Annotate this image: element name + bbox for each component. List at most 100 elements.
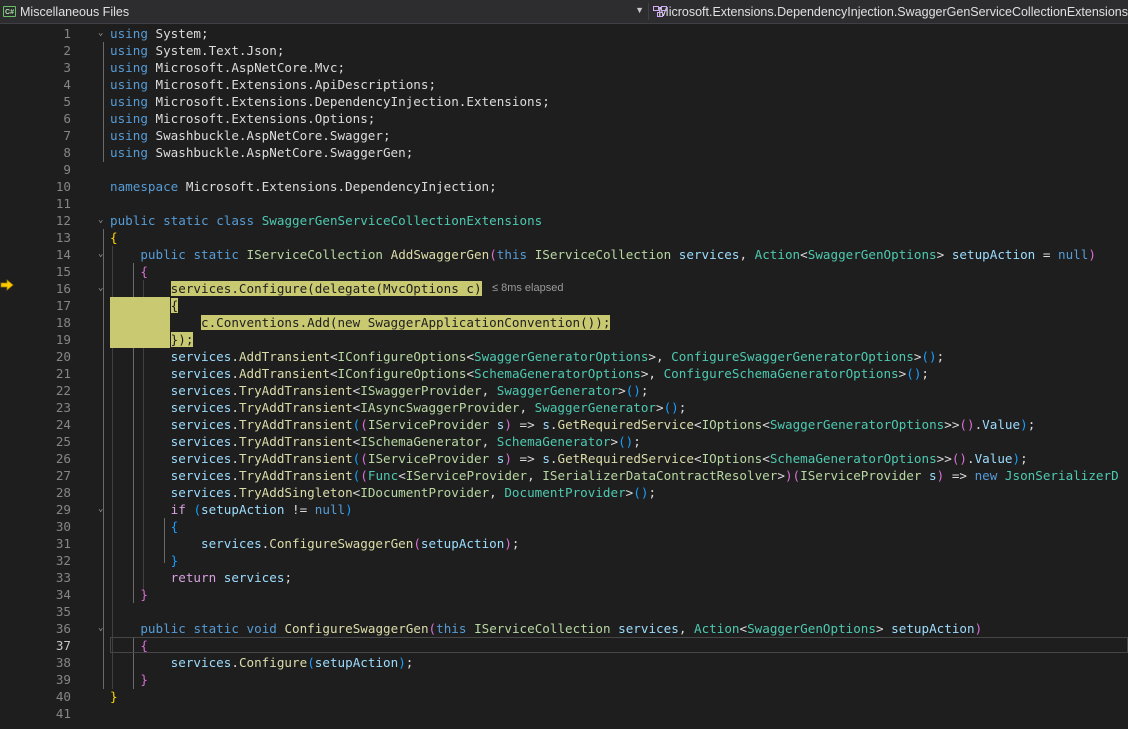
code-line[interactable]: 14 ⌄ public static IServiceCollection Add… — [0, 246, 1128, 263]
code-line[interactable]: 38 services.Configure(setupAction); — [0, 654, 1128, 671]
code-line[interactable]: 15 { — [0, 263, 1128, 280]
code-text[interactable]: using Microsoft.Extensions.DependencyInj… — [110, 93, 550, 110]
code-text[interactable]: services.TryAddTransient((Func<IServiceP… — [110, 467, 1119, 484]
code-text[interactable]: c.Conventions.Add(new SwaggerApplication… — [110, 314, 611, 331]
code-text[interactable]: } — [110, 688, 118, 705]
code-line[interactable]: 11 — [0, 195, 1128, 212]
code-text[interactable]: services.TryAddTransient((IServiceProvid… — [110, 450, 1028, 467]
line-number[interactable]: 32 — [16, 552, 71, 569]
code-text[interactable]: return services; — [110, 569, 292, 586]
line-number[interactable]: 25 — [16, 433, 71, 450]
line-number[interactable]: 1 — [16, 25, 71, 42]
fold-toggle-icon[interactable]: ⌄ — [98, 212, 108, 229]
line-number[interactable]: 31 — [16, 535, 71, 552]
code-line[interactable]: 10 namespace Microsoft.Extensions.Depende… — [0, 178, 1128, 195]
code-line[interactable]: 8 using Swashbuckle.AspNetCore.SwaggerGen… — [0, 144, 1128, 161]
project-dropdown[interactable]: C# Miscellaneous Files ▼ — [0, 0, 648, 23]
code-text[interactable]: using Microsoft.Extensions.ApiDescriptio… — [110, 76, 436, 93]
code-text[interactable]: } — [110, 671, 148, 688]
code-line[interactable]: 29 ⌄ if (setupAction != null) — [0, 501, 1128, 518]
code-text[interactable]: public static IServiceCollection AddSwag… — [110, 246, 1096, 263]
code-line[interactable]: 28 services.TryAddSingleton<IDocumentPro… — [0, 484, 1128, 501]
line-number[interactable]: 27 — [16, 467, 71, 484]
line-number[interactable]: 12 — [16, 212, 71, 229]
code-text[interactable]: using Microsoft.AspNetCore.Mvc; — [110, 59, 345, 76]
code-editor[interactable]: 1 ⌄ using System; 2 using System.Text.Json; 3… — [0, 24, 1128, 729]
code-line[interactable]: 31 services.ConfigureSwaggerGen(setupAct… — [0, 535, 1128, 552]
code-line[interactable]: 27 services.TryAddTransient((Func<IServi… — [0, 467, 1128, 484]
code-line[interactable]: 33 return services; — [0, 569, 1128, 586]
code-text[interactable]: { — [110, 263, 148, 280]
code-line[interactable]: 3 using Microsoft.AspNetCore.Mvc; — [0, 59, 1128, 76]
line-number[interactable]: 19 — [16, 331, 71, 348]
code-line[interactable]: 13 { — [0, 229, 1128, 246]
code-text[interactable]: namespace Microsoft.Extensions.Dependenc… — [110, 178, 497, 195]
code-line[interactable]: 21 services.AddTransient<IConfigureOptio… — [0, 365, 1128, 382]
line-number[interactable]: 36 — [16, 620, 71, 637]
code-line[interactable]: 34 } — [0, 586, 1128, 603]
code-text[interactable]: { — [110, 518, 179, 535]
line-number[interactable]: 18 — [16, 314, 71, 331]
code-text[interactable]: services.TryAddTransient<ISwaggerProvide… — [110, 382, 649, 399]
code-text[interactable]: if (setupAction != null) — [110, 501, 353, 518]
fold-toggle-icon[interactable]: ⌄ — [98, 280, 108, 297]
line-number[interactable]: 28 — [16, 484, 71, 501]
fold-toggle-icon[interactable]: ⌄ — [98, 246, 108, 263]
line-number[interactable]: 20 — [16, 348, 71, 365]
line-number[interactable]: 6 — [16, 110, 71, 127]
line-number[interactable]: 9 — [16, 161, 71, 178]
code-line[interactable]: 12 ⌄ public static class SwaggerGenService… — [0, 212, 1128, 229]
line-number[interactable]: 10 — [16, 178, 71, 195]
code-text[interactable]: services.TryAddTransient<IAsyncSwaggerPr… — [110, 399, 687, 416]
line-number[interactable]: 11 — [16, 195, 71, 212]
code-line[interactable]: 25 services.TryAddTransient<ISchemaGener… — [0, 433, 1128, 450]
code-text[interactable]: { — [110, 637, 148, 654]
line-number[interactable]: 13 — [16, 229, 71, 246]
line-number[interactable]: 15 — [16, 263, 71, 280]
code-text[interactable]: public static void ConfigureSwaggerGen(t… — [110, 620, 982, 637]
line-number[interactable]: 26 — [16, 450, 71, 467]
line-number[interactable]: 29 — [16, 501, 71, 518]
code-text[interactable]: services.AddTransient<IConfigureOptions<… — [110, 348, 945, 365]
line-number[interactable]: 41 — [16, 705, 71, 722]
code-line[interactable]: 17 { — [0, 297, 1128, 314]
line-number[interactable]: 39 — [16, 671, 71, 688]
line-number[interactable]: 3 — [16, 59, 71, 76]
line-number[interactable]: 14 — [16, 246, 71, 263]
code-text[interactable]: services.ConfigureSwaggerGen(setupAction… — [110, 535, 520, 552]
code-line[interactable]: 1 ⌄ using System; — [0, 25, 1128, 42]
code-line[interactable]: 39 } — [0, 671, 1128, 688]
code-text[interactable]: services.Configure(delegate(MvcOptions c… — [110, 280, 482, 297]
code-text[interactable]: public static class SwaggerGenServiceCol… — [110, 212, 542, 229]
code-line[interactable]: 20 services.AddTransient<IConfigureOptio… — [0, 348, 1128, 365]
line-number[interactable]: 37 — [16, 637, 71, 654]
fold-toggle-icon[interactable]: ⌄ — [98, 501, 108, 518]
code-line[interactable]: 18 c.Conventions.Add(new SwaggerApplicat… — [0, 314, 1128, 331]
line-number[interactable]: 22 — [16, 382, 71, 399]
code-text[interactable]: using Swashbuckle.AspNetCore.Swagger; — [110, 127, 391, 144]
code-line[interactable]: 35 — [0, 603, 1128, 620]
fold-toggle-icon[interactable]: ⌄ — [98, 620, 108, 637]
code-line[interactable]: 26 services.TryAddTransient((IServicePro… — [0, 450, 1128, 467]
line-number[interactable]: 17 — [16, 297, 71, 314]
code-line[interactable]: 5 using Microsoft.Extensions.DependencyIn… — [0, 93, 1128, 110]
code-text[interactable]: services.AddTransient<IConfigureOptions<… — [110, 365, 929, 382]
code-text[interactable]: }); — [110, 331, 194, 348]
code-text[interactable]: } — [110, 586, 148, 603]
code-text[interactable]: using Swashbuckle.AspNetCore.SwaggerGen; — [110, 144, 413, 161]
code-text[interactable]: services.TryAddTransient((IServiceProvid… — [110, 416, 1036, 433]
line-number[interactable]: 38 — [16, 654, 71, 671]
code-line[interactable]: 19 }); — [0, 331, 1128, 348]
code-text[interactable]: { — [110, 229, 118, 246]
line-number[interactable]: 16 — [16, 280, 71, 297]
code-line[interactable]: 41 — [0, 705, 1128, 722]
code-line[interactable]: 9 — [0, 161, 1128, 178]
code-line[interactable]: 6 using Microsoft.Extensions.Options; — [0, 110, 1128, 127]
code-line[interactable]: 7 using Swashbuckle.AspNetCore.Swagger; — [0, 127, 1128, 144]
code-line[interactable]: 37 { — [0, 637, 1128, 654]
line-number[interactable]: 2 — [16, 42, 71, 59]
type-dropdown[interactable]: Microsoft.Extensions.DependencyInjection… — [650, 0, 1128, 23]
line-number[interactable]: 40 — [16, 688, 71, 705]
line-number[interactable]: 21 — [16, 365, 71, 382]
line-number[interactable]: 35 — [16, 603, 71, 620]
